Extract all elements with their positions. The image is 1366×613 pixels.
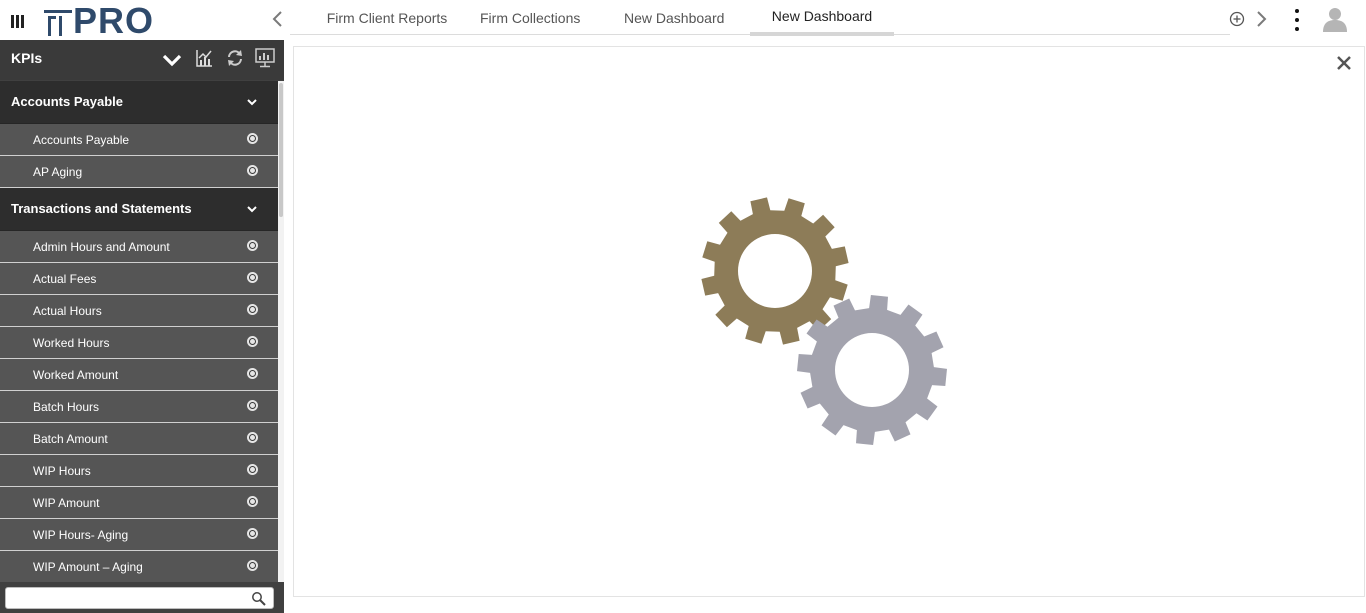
list-item[interactable]: Actual Hours [0,295,278,327]
kpi-search-input[interactable] [8,589,244,607]
item-label: Accounts Payable [33,133,130,147]
item-label: WIP Hours [33,464,91,478]
kebab-menu-icon[interactable] [1293,9,1301,31]
sidebar-header: KPIs [0,40,284,80]
radio-icon[interactable] [247,336,258,347]
list-item[interactable]: Batch Amount [0,423,278,455]
radio-icon[interactable] [247,165,258,176]
refresh-icon[interactable] [226,49,244,72]
item-label: Admin Hours and Amount [33,240,170,254]
list-item[interactable]: Worked Amount [0,359,278,391]
app-logo[interactable]: PRO [44,3,154,39]
list-item[interactable]: Accounts Payable [0,124,278,156]
group-label: Accounts Payable [11,94,123,109]
radio-icon[interactable] [247,368,258,379]
item-label: WIP Hours- Aging [33,528,129,542]
kpi-search-box [5,587,274,609]
scrollbar-thumb[interactable] [279,83,283,217]
radio-icon[interactable] [247,432,258,443]
radio-icon[interactable] [247,528,258,539]
radio-icon[interactable] [247,560,258,571]
radio-icon[interactable] [247,240,258,251]
chevron-down-icon [247,206,257,213]
tab-firm-client-reports[interactable]: Firm Client Reports [317,0,457,35]
list-item[interactable]: Actual Fees [0,263,278,295]
list-item[interactable]: AP Aging [0,156,278,188]
sidebar-scrollbar[interactable] [278,81,284,582]
add-tab-plus-circle-icon[interactable] [1229,11,1245,27]
user-avatar-icon[interactable] [1322,6,1348,32]
item-label: Actual Hours [33,304,102,318]
collapse-chevron-down-icon[interactable] [161,52,183,73]
line-chart-icon[interactable] [196,49,213,72]
tab-firm-collections[interactable]: Firm Collections [480,0,580,35]
item-label: Worked Hours [33,336,110,350]
radio-icon[interactable] [247,400,258,411]
top-bar: PRO Firm Client Reports Firm Collections… [0,0,1366,40]
radio-icon[interactable] [247,496,258,507]
item-label: Batch Hours [33,400,100,414]
tab-bar: Firm Client Reports Firm Collections New… [290,0,1230,36]
tab-new-dashboard-1[interactable]: New Dashboard [624,0,724,35]
list-item[interactable]: WIP Hours- Aging [0,519,278,551]
close-icon[interactable] [1336,55,1352,71]
kpi-sidebar: KPIs Accounts Payable Accounts Payable A… [0,40,284,613]
search-icon[interactable] [251,591,266,606]
logo-mark-icon [44,10,72,36]
tab-scroll-right-icon[interactable] [1253,8,1269,30]
radio-icon[interactable] [247,133,258,144]
dashboard-panel [293,46,1365,597]
gear-primary-icon [701,197,849,345]
list-item[interactable]: WIP Amount [0,487,278,519]
kpi-list: Accounts Payable Accounts Payable AP Agi… [0,81,278,582]
tab-scroll-left-icon[interactable] [268,8,288,30]
list-item[interactable]: Batch Hours [0,391,278,423]
logo-text: PRO [73,0,155,41]
item-label: AP Aging [33,165,83,179]
item-label: WIP Amount [33,496,100,510]
list-item[interactable]: WIP Amount – Aging [0,551,278,582]
radio-icon[interactable] [247,464,258,475]
list-item[interactable]: WIP Hours [0,455,278,487]
group-label: Transactions and Statements [11,201,192,216]
gears-loading-icon [701,197,947,445]
monitor-chart-icon[interactable] [255,48,275,73]
item-label: Batch Amount [33,432,108,446]
item-label: Actual Fees [33,272,97,286]
hamburger-menu-icon[interactable] [11,15,25,28]
item-label: WIP Amount – Aging [33,560,143,574]
tab-new-dashboard-2[interactable]: New Dashboard [750,0,894,36]
item-label: Worked Amount [33,368,119,382]
list-item[interactable]: Admin Hours and Amount [0,231,278,263]
radio-icon[interactable] [247,272,258,283]
sidebar-title: KPIs [11,50,43,66]
radio-icon[interactable] [247,304,258,315]
group-transactions-and-statements[interactable]: Transactions and Statements [0,188,278,231]
chevron-down-icon [247,99,257,106]
list-item[interactable]: Worked Hours [0,327,278,359]
group-accounts-payable[interactable]: Accounts Payable [0,81,278,124]
